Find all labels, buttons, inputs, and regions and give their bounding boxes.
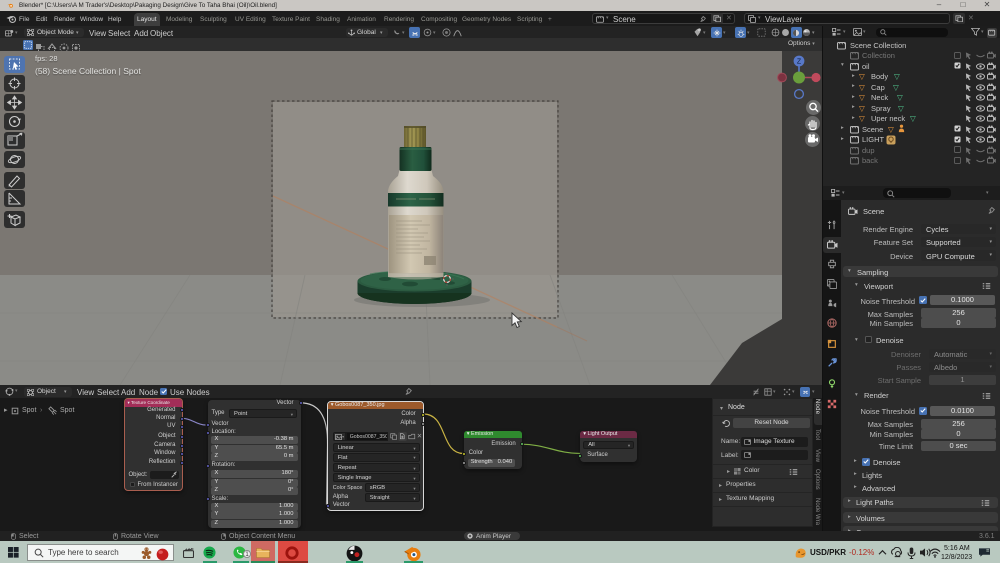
svg-text:Z: Z [797, 59, 802, 66]
